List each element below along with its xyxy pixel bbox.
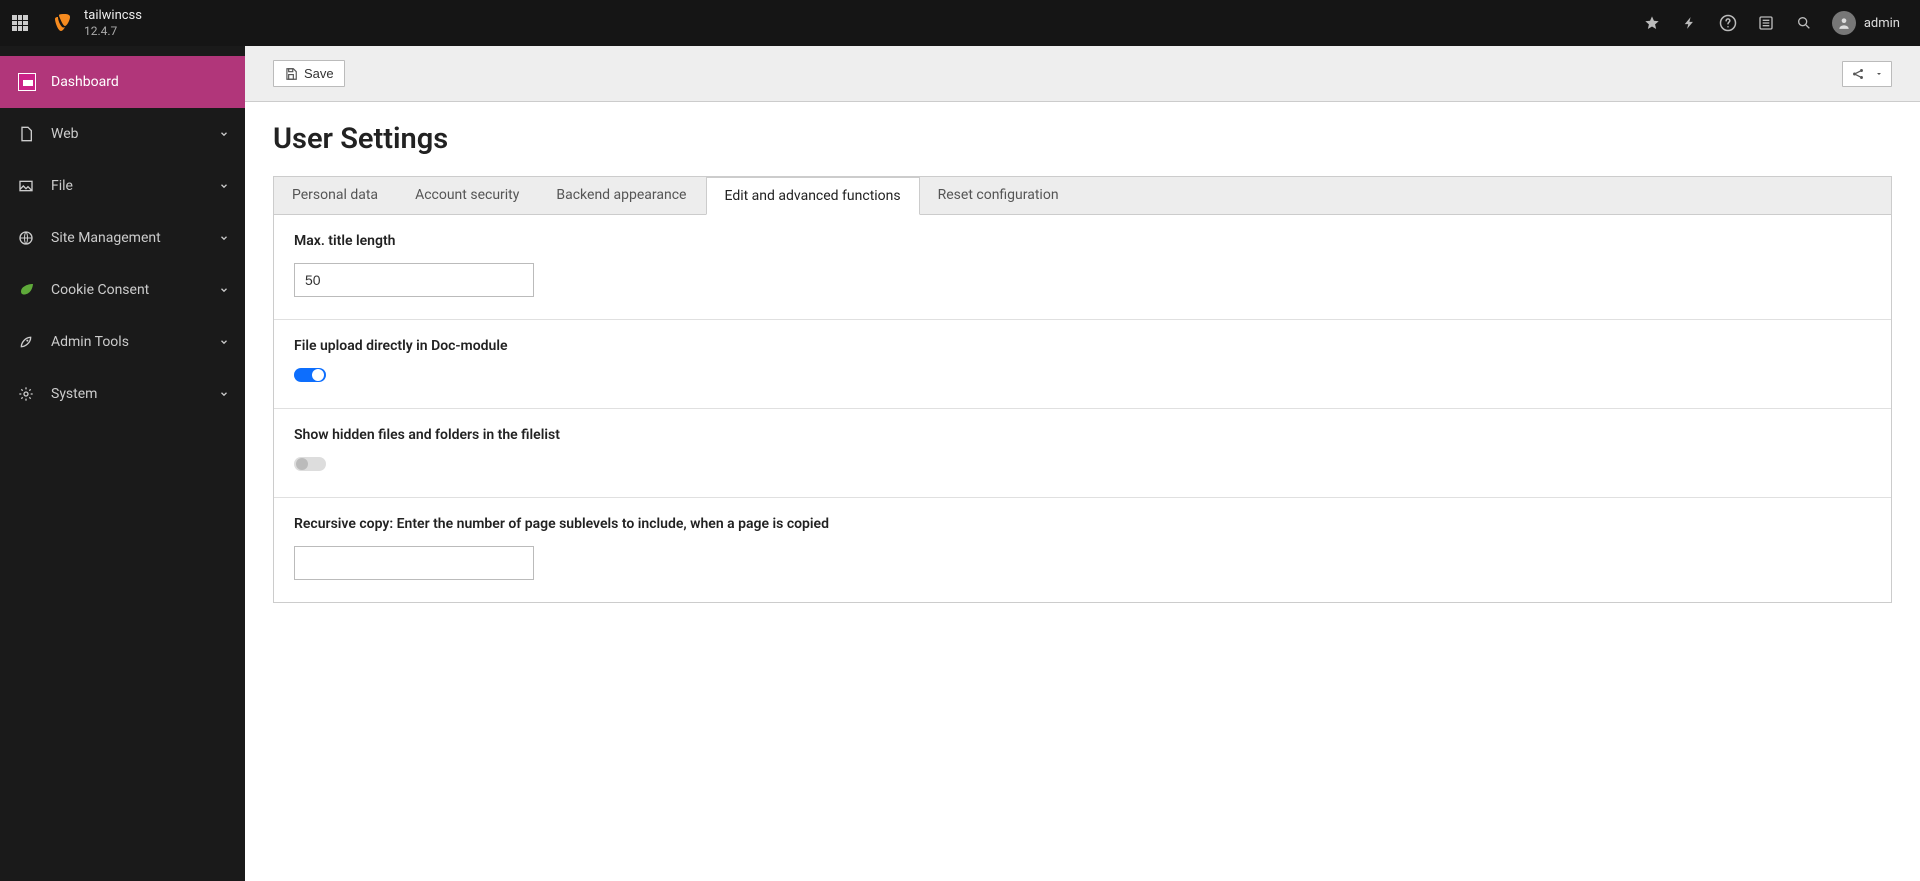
page-title: User Settings <box>273 122 1892 156</box>
tab-edit-advanced-functions[interactable]: Edit and advanced functions <box>706 177 920 215</box>
chevron-down-icon <box>219 129 229 139</box>
field-file-upload-doc: File upload directly in Doc-module <box>274 320 1891 409</box>
apps-grid-icon <box>12 15 28 31</box>
docheader: Save <box>245 46 1920 102</box>
field-max-title-length: Max. title length <box>274 215 1891 320</box>
toggle-knob <box>296 458 308 470</box>
sidebar-item-label: Cookie Consent <box>51 282 230 298</box>
user-menu[interactable]: admin <box>1832 11 1900 35</box>
max-title-length-input[interactable] <box>294 263 534 297</box>
topbar-left: tailwincss 12.4.7 <box>0 0 152 46</box>
image-icon <box>15 178 51 194</box>
field-show-hidden: Show hidden files and folders in the fil… <box>274 409 1891 498</box>
page-icon <box>15 126 51 142</box>
brand-text: tailwincss 12.4.7 <box>84 8 142 38</box>
field-label: File upload directly in Doc-module <box>294 338 1871 354</box>
sidebar-item-dashboard[interactable]: Dashboard <box>0 56 245 108</box>
chevron-down-icon <box>219 285 229 295</box>
site-name: tailwincss <box>84 8 142 24</box>
sidebar-item-web[interactable]: Web <box>0 108 245 160</box>
tab-backend-appearance[interactable]: Backend appearance <box>538 177 705 214</box>
sidebar-item-label: Web <box>51 126 230 142</box>
save-button[interactable]: Save <box>273 60 345 87</box>
caret-down-icon <box>1875 70 1883 78</box>
field-label: Show hidden files and folders in the fil… <box>294 427 1871 443</box>
brand[interactable]: tailwincss 12.4.7 <box>40 0 152 46</box>
user-name-label: admin <box>1864 16 1900 31</box>
site-version: 12.4.7 <box>84 24 142 38</box>
list-icon[interactable] <box>1756 13 1776 33</box>
sidebar-item-label: File <box>51 178 230 194</box>
tab-account-security[interactable]: Account security <box>397 177 538 214</box>
gear-icon <box>15 386 51 402</box>
chevron-down-icon <box>219 337 229 347</box>
main-area: Save User Settings Personal data Account… <box>245 46 1920 881</box>
dashboard-icon <box>15 73 51 91</box>
rocket-icon <box>15 334 51 350</box>
chevron-down-icon <box>219 389 229 399</box>
sidebar-item-site-management[interactable]: Site Management <box>0 212 245 264</box>
tab-panel: Max. title length File upload directly i… <box>273 214 1892 603</box>
typo3-logo-icon <box>50 11 74 35</box>
avatar-icon <box>1832 11 1856 35</box>
apps-menu-button[interactable] <box>0 0 40 46</box>
sidebar-item-cookie-consent[interactable]: Cookie Consent <box>0 264 245 316</box>
share-dropdown-button[interactable] <box>1842 61 1892 87</box>
tabs: Personal data Account security Backend a… <box>273 176 1892 214</box>
file-upload-doc-toggle[interactable] <box>294 368 326 382</box>
bookmark-icon[interactable] <box>1642 13 1662 33</box>
flash-icon[interactable] <box>1680 13 1700 33</box>
show-hidden-toggle[interactable] <box>294 457 326 471</box>
tab-reset-configuration[interactable]: Reset configuration <box>920 177 1078 214</box>
sidebar: Dashboard Web File Site Management Cooki… <box>0 46 245 881</box>
topbar-right: admin <box>1642 11 1920 35</box>
sidebar-item-label: Admin Tools <box>51 334 230 350</box>
recursive-copy-input[interactable] <box>294 546 534 580</box>
search-icon[interactable] <box>1794 13 1814 33</box>
sidebar-item-file[interactable]: File <box>0 160 245 212</box>
help-icon[interactable] <box>1718 13 1738 33</box>
topbar: tailwincss 12.4.7 admin <box>0 0 1920 46</box>
field-recursive-copy: Recursive copy: Enter the number of page… <box>274 498 1891 602</box>
chevron-down-icon <box>219 181 229 191</box>
sidebar-item-label: Dashboard <box>51 74 230 90</box>
chevron-down-icon <box>219 233 229 243</box>
sidebar-item-label: Site Management <box>51 230 230 246</box>
sidebar-item-label: System <box>51 386 230 402</box>
sidebar-item-system[interactable]: System <box>0 368 245 420</box>
leaf-icon <box>15 281 51 299</box>
sidebar-item-admin-tools[interactable]: Admin Tools <box>0 316 245 368</box>
save-icon <box>284 67 298 81</box>
field-label: Recursive copy: Enter the number of page… <box>294 516 1871 532</box>
tab-personal-data[interactable]: Personal data <box>274 177 397 214</box>
field-label: Max. title length <box>294 233 1871 249</box>
share-icon <box>1851 67 1865 81</box>
toggle-knob <box>312 369 324 381</box>
content: User Settings Personal data Account secu… <box>245 102 1920 623</box>
save-button-label: Save <box>304 66 334 81</box>
globe-icon <box>15 230 51 246</box>
